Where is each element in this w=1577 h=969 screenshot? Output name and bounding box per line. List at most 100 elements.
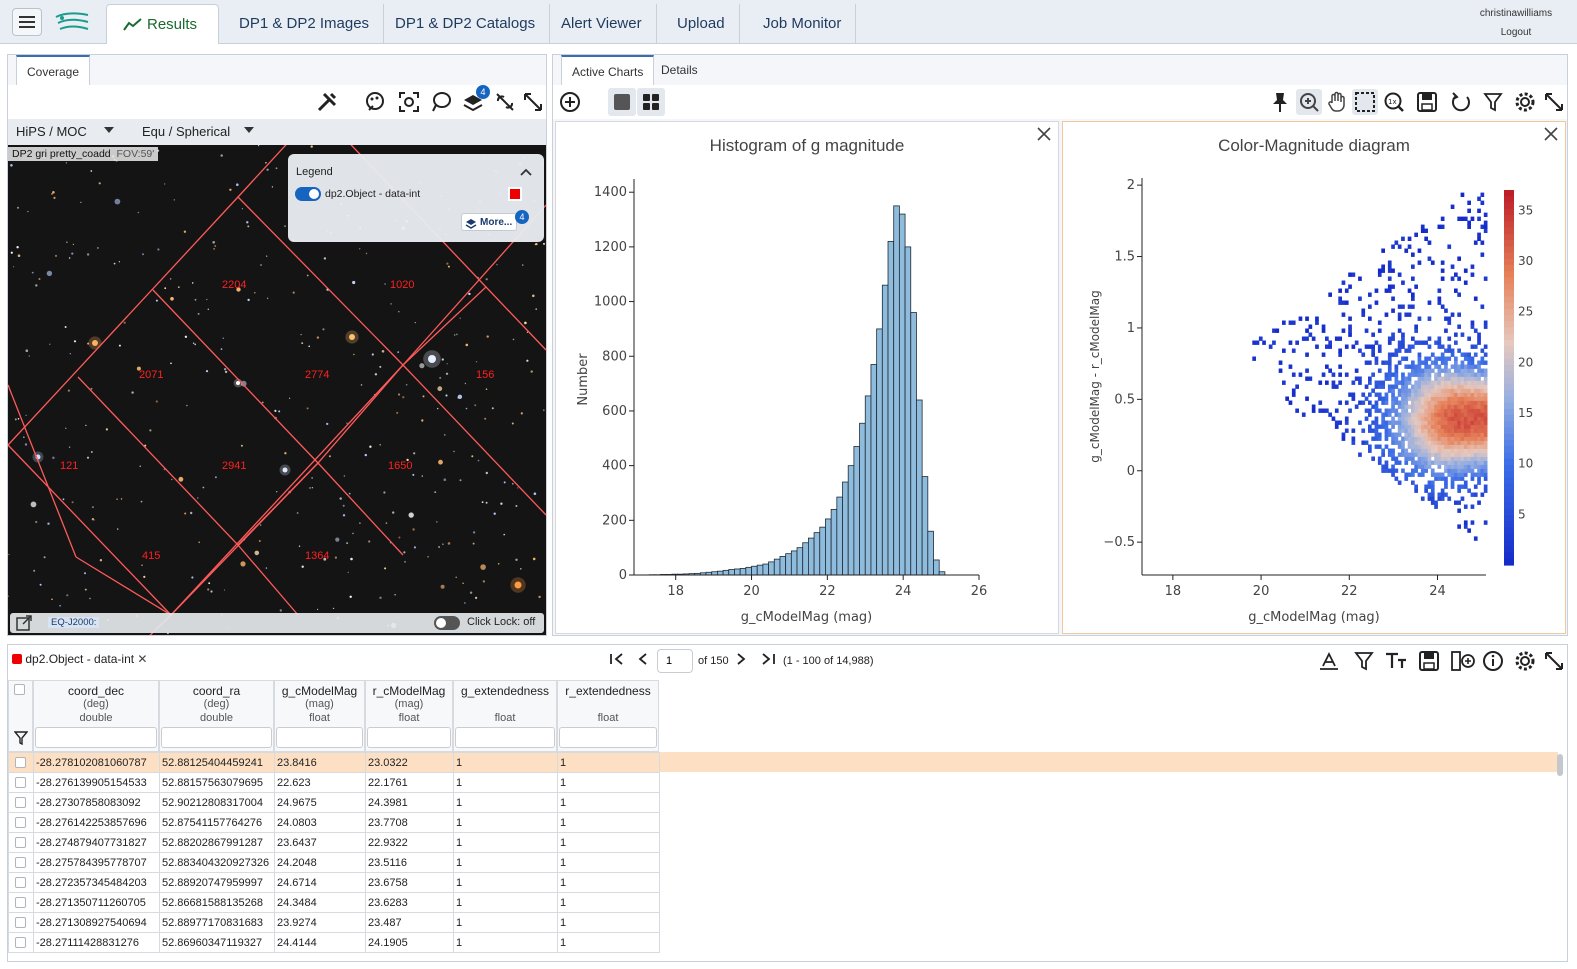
histogram-bar[interactable] (921, 476, 929, 576)
histogram-bar[interactable] (859, 422, 866, 576)
histogram-bar[interactable] (790, 550, 798, 576)
single-view-icon[interactable] (608, 88, 636, 116)
chart-add-icon[interactable] (1315, 648, 1343, 674)
table-scrollbar[interactable] (1557, 754, 1563, 776)
histogram-bar[interactable] (927, 530, 934, 576)
column-filter-input[interactable] (276, 727, 363, 748)
column-filter-input[interactable] (161, 727, 272, 748)
select-box-icon[interactable] (1352, 89, 1378, 115)
tab-alert-viewer[interactable]: Alert Viewer (547, 4, 657, 44)
histogram-bar[interactable] (813, 532, 821, 576)
histogram-chart[interactable]: Histogram of g magnitude 18 20 22 24 26 0 200 4… (555, 121, 1059, 634)
histogram-bar[interactable] (739, 568, 747, 576)
logout-link[interactable]: Logout (1466, 27, 1566, 38)
text-size-icon[interactable] (1383, 648, 1409, 674)
save-icon[interactable] (1416, 648, 1442, 674)
histogram-bar[interactable] (734, 568, 741, 576)
table-row[interactable]: -28.275784395778707 52.883404320927326 24.… (8, 852, 660, 873)
row-checkbox[interactable] (15, 877, 26, 889)
filter-icon[interactable] (14, 731, 28, 745)
restore-icon[interactable] (1448, 89, 1474, 115)
last-page-icon[interactable] (760, 652, 776, 669)
tab-coverage[interactable]: Coverage (16, 55, 91, 85)
hips-moc-select[interactable]: HiPS / MOC (16, 124, 114, 139)
histogram-bar[interactable] (847, 465, 855, 576)
column-filter-input[interactable] (559, 727, 657, 748)
histogram-bar[interactable] (819, 526, 826, 576)
histogram-bar[interactable] (842, 481, 849, 576)
histogram-bar[interactable] (887, 241, 895, 576)
tab-images[interactable]: DP1 & DP2 Images (225, 4, 385, 44)
histogram-bar[interactable] (802, 542, 809, 576)
open-external-icon[interactable] (16, 615, 32, 635)
unlink-icon[interactable] (492, 89, 518, 115)
table-row[interactable]: -28.272357345484203 52.88920747959997 24.6… (8, 872, 660, 893)
lasso-icon[interactable] (428, 89, 454, 115)
row-checkbox[interactable] (15, 817, 26, 829)
expand-icon[interactable] (1541, 89, 1567, 115)
tab-active-charts[interactable]: Active Charts (561, 55, 655, 85)
row-checkbox[interactable] (15, 857, 26, 869)
histogram-bar[interactable] (864, 395, 872, 576)
histogram-bar[interactable] (836, 496, 843, 576)
tab-upload[interactable]: Upload (663, 4, 740, 44)
histogram-bar[interactable] (893, 205, 900, 576)
histogram-bar[interactable] (910, 312, 917, 576)
first-page-icon[interactable] (609, 652, 625, 669)
column-filter-input[interactable] (35, 727, 157, 748)
histogram-bar[interactable] (881, 284, 889, 576)
tools-icon[interactable] (314, 89, 340, 115)
histogram-bar[interactable] (898, 213, 906, 576)
row-checkbox[interactable] (15, 897, 26, 909)
expand-icon[interactable] (520, 89, 546, 115)
column-filter-input[interactable] (367, 727, 451, 748)
histogram-bar[interactable] (728, 569, 735, 576)
histogram-bar[interactable] (830, 508, 838, 576)
row-checkbox[interactable] (15, 757, 26, 769)
filter-icon[interactable] (1351, 648, 1377, 674)
histogram-bar[interactable] (785, 553, 792, 576)
column-filter-input[interactable] (455, 727, 555, 748)
layer-visibility-toggle[interactable] (295, 187, 321, 201)
zoom-reset-icon[interactable]: 1x (1381, 89, 1407, 115)
table-row[interactable]: -28.27307858083092 52.90212808317004 24.96… (8, 792, 660, 813)
row-checkbox[interactable] (15, 777, 26, 789)
histogram-bar[interactable] (722, 569, 730, 576)
table-row[interactable]: -28.278102081060787 52.88125404459241 23.8… (8, 752, 660, 773)
row-checkbox[interactable] (15, 917, 26, 929)
info-icon[interactable] (1480, 648, 1506, 674)
add-chart-icon[interactable] (557, 89, 583, 115)
histogram-bar[interactable] (916, 399, 923, 576)
layers-icon[interactable]: 4 (460, 85, 490, 115)
close-tab-icon[interactable]: ✕ (137, 652, 147, 666)
histogram-bar[interactable] (807, 537, 815, 576)
row-checkbox[interactable] (15, 797, 26, 809)
histogram-bar[interactable] (756, 564, 764, 576)
table-row[interactable]: -28.274879407731827 52.88202867991287 23.6… (8, 832, 660, 853)
table-row[interactable]: -28.276139905154533 52.88157563079695 22.6… (8, 772, 660, 793)
histogram-bar[interactable] (762, 563, 769, 576)
tab-job-monitor[interactable]: Job Monitor (749, 4, 857, 44)
add-column-icon[interactable] (1449, 648, 1477, 674)
table-row[interactable]: -28.276142253857696 52.87541157764276 24.0… (8, 812, 660, 833)
row-checkbox[interactable] (15, 937, 26, 949)
legend-collapse-icon[interactable] (520, 164, 532, 176)
table-tab[interactable]: dp2.Object - data-int ✕ (12, 652, 147, 666)
sky-image-viewer[interactable]: DP2 gri pretty_coadd FOV:59' 2204 1020 2… (8, 145, 546, 635)
histogram-bar[interactable] (796, 547, 804, 576)
histogram-bar[interactable] (745, 566, 752, 576)
save-icon[interactable] (1414, 89, 1440, 115)
select-all-checkbox[interactable] (14, 684, 25, 695)
previous-page-icon[interactable] (637, 652, 649, 669)
histogram-bar[interactable] (825, 518, 832, 576)
histogram-bar[interactable] (876, 328, 883, 576)
histogram-bar[interactable] (870, 364, 878, 576)
fit-frame-icon[interactable] (396, 89, 422, 115)
histogram-bar[interactable] (779, 556, 787, 576)
legend-more-button[interactable]: More... (461, 213, 518, 231)
histogram-bar[interactable] (717, 570, 724, 576)
settings-gear-icon[interactable] (1512, 648, 1538, 674)
histogram-bar[interactable] (933, 559, 940, 576)
histogram-bar[interactable] (751, 565, 758, 576)
coord-system-select[interactable]: Equ / Spherical (142, 124, 254, 139)
